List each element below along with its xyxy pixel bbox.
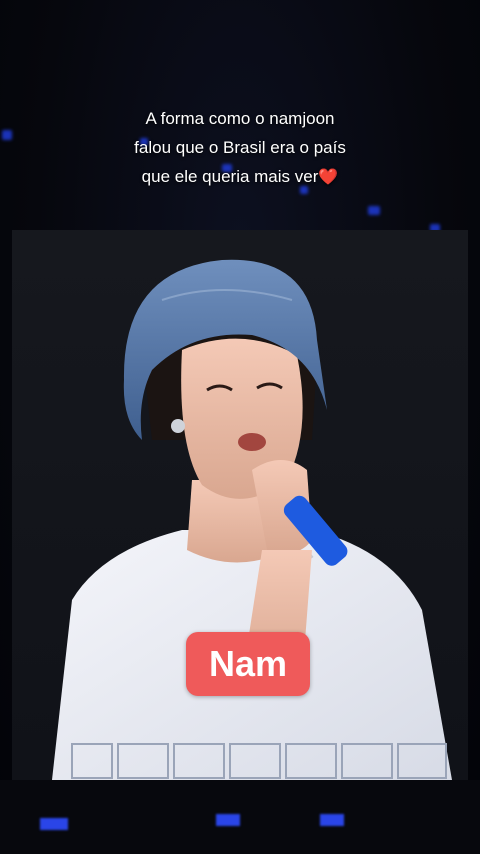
caption-line-3: que ele queria mais ver❤️ <box>141 167 339 186</box>
sticker-text: Nam <box>208 643 288 684</box>
floor-light <box>216 814 240 826</box>
concert-video-frame[interactable]: A forma como o namjoon falou que o Brasi… <box>0 0 480 854</box>
heart-emoji-icon: ❤️ <box>318 169 339 186</box>
performer-illustration <box>52 259 452 780</box>
mouth <box>238 433 266 451</box>
floor-light <box>40 818 68 830</box>
stage-screen <box>12 230 468 780</box>
stage-floor <box>0 780 480 854</box>
caption-line-1: A forma como o namjoon <box>145 109 335 128</box>
stage-light <box>368 206 380 215</box>
in-ear-monitor <box>171 419 185 433</box>
stage-railing <box>71 743 447 779</box>
floor-light <box>320 814 344 826</box>
name-sticker: Nam <box>186 632 310 696</box>
caption-line-2: falou que o Brasil era o país <box>134 138 346 157</box>
video-caption: A forma como o namjoon falou que o Brasi… <box>0 104 480 192</box>
